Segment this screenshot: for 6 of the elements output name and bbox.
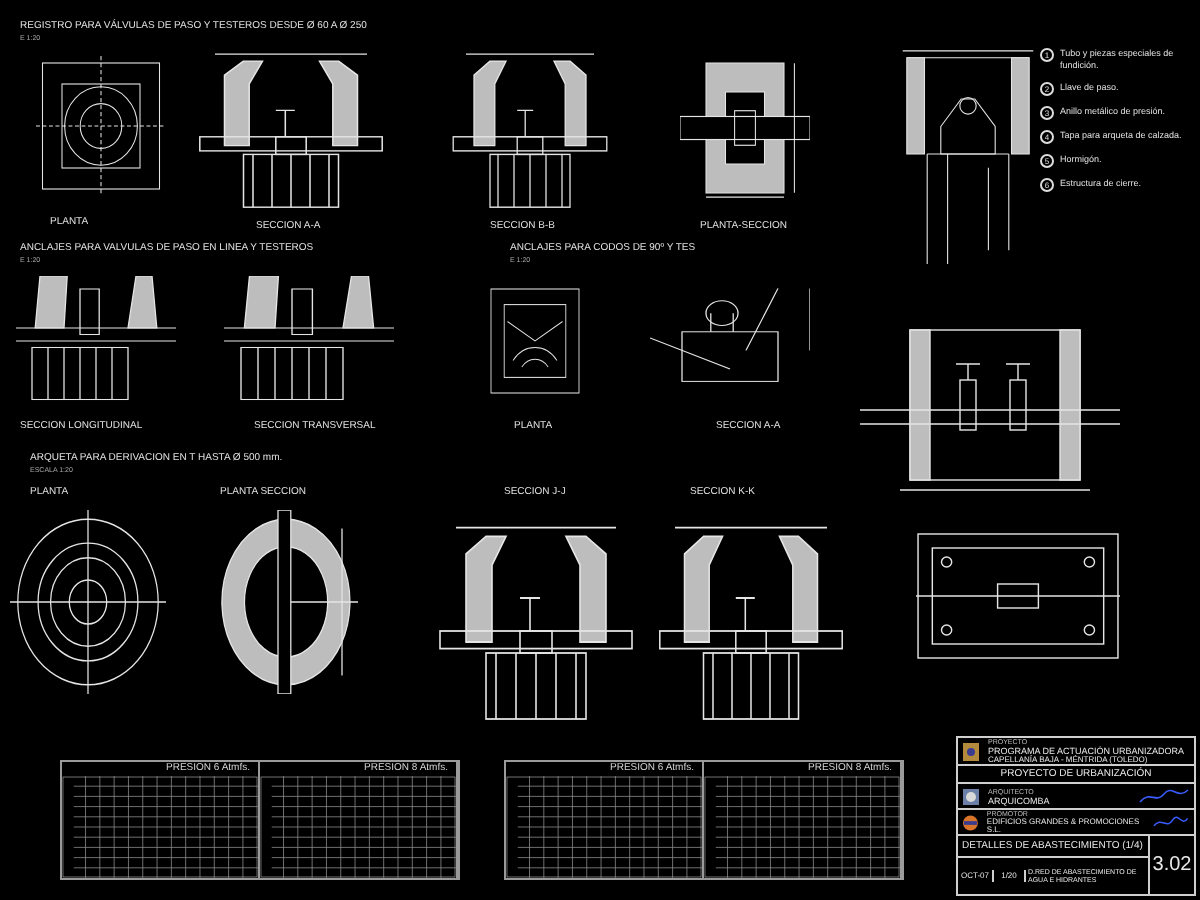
company-logo-icon (962, 813, 979, 831)
signature-icon (1138, 787, 1190, 805)
crest-icon (962, 741, 980, 761)
square-plan-drawing (36, 56, 166, 196)
signature-icon (1152, 813, 1190, 831)
sheet-number: 3.02 (1150, 852, 1194, 880)
